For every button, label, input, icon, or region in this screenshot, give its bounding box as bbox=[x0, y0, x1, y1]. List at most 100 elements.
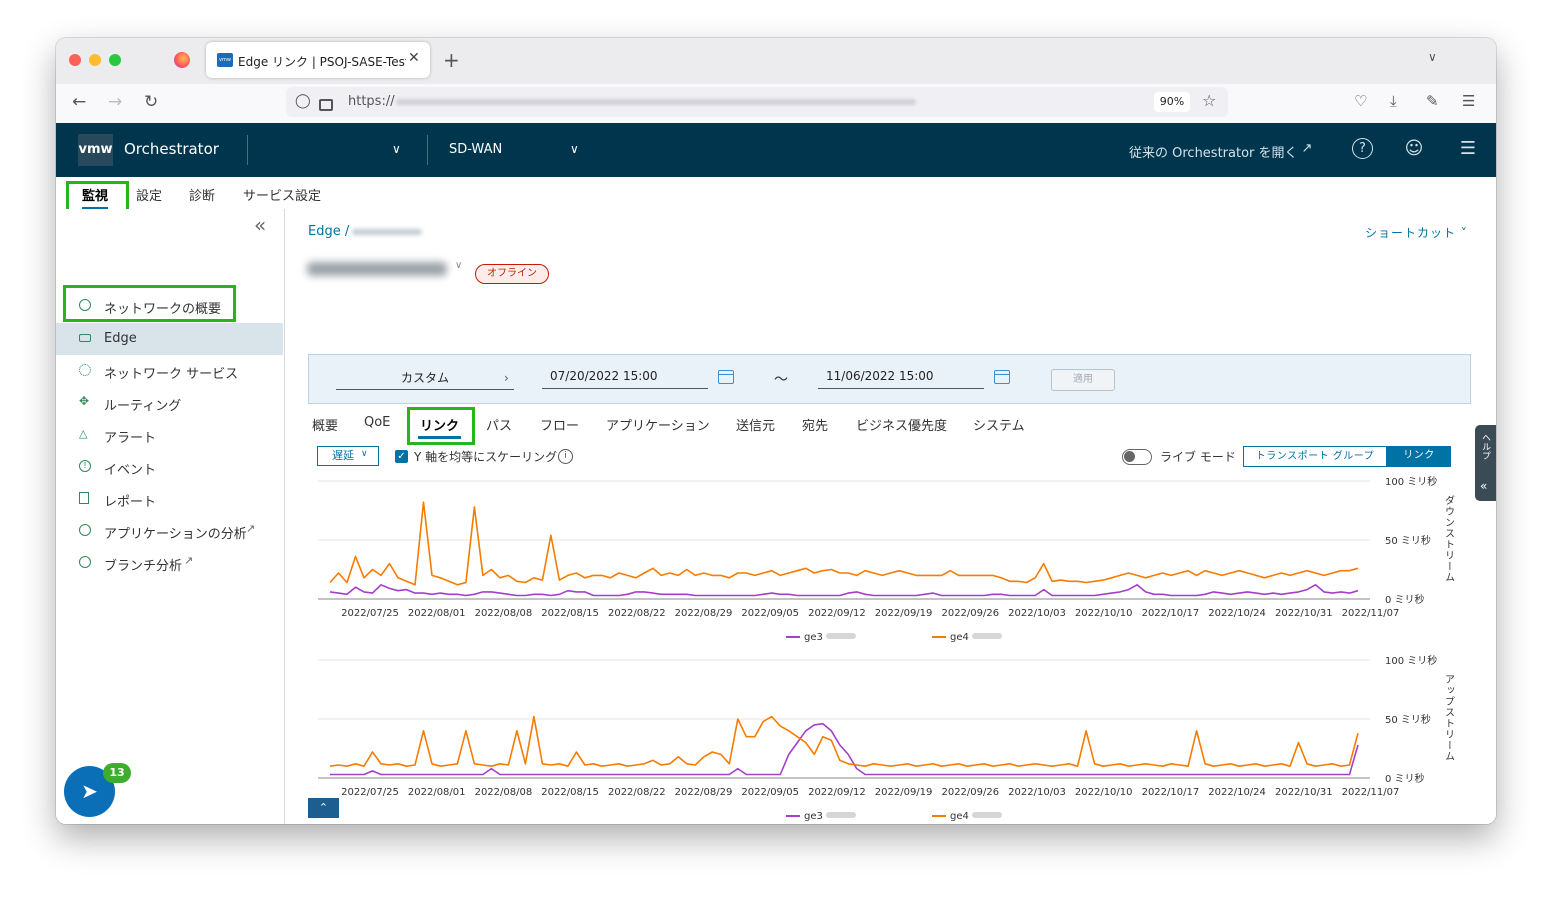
subtab-destinations[interactable]: 宛先 bbox=[802, 415, 828, 434]
sidebar-item-edge[interactable]: Edge bbox=[56, 323, 283, 355]
customer-selector[interactable] bbox=[270, 140, 404, 160]
breadcrumb[interactable]: Edge / bbox=[308, 224, 349, 239]
subtab-flows[interactable]: フロー bbox=[540, 415, 579, 434]
browser-tab[interactable]: vmw Edge リンク | PSOJ-SASE-Test ✕ bbox=[206, 42, 430, 78]
legacy-orchestrator-link[interactable]: 従来の Orchestrator を開く bbox=[1129, 142, 1298, 161]
sidebar-item-label: Edge bbox=[104, 331, 137, 346]
chevron-right-icon: › bbox=[504, 371, 509, 385]
network-services-icon bbox=[79, 364, 91, 376]
shield-icon[interactable]: ◯ bbox=[295, 93, 311, 109]
hamburger-menu-icon[interactable]: ☰ bbox=[1457, 138, 1479, 160]
metric-chevron-down-icon[interactable]: ∨ bbox=[361, 449, 368, 459]
main-content: Edge / ショートカット ˅ ∨ オフライン カスタム › 07/20/20… bbox=[285, 209, 1496, 824]
latency-charts: 100 ミリ秒 50 ミリ秒 0 ミリ秒 ダウンストリーム 2022/07/25 2022… bbox=[318, 475, 1455, 822]
sidebar-item-label: レポート bbox=[104, 495, 157, 510]
subtab-system[interactable]: システム bbox=[973, 415, 1025, 434]
legend-label: ge3 bbox=[804, 632, 823, 643]
sidebar-item-branch-analytics[interactable]: ブランチ分析 ↗ bbox=[56, 547, 283, 579]
event-icon: ! bbox=[79, 460, 91, 472]
y-tick-label: 100 ミリ秒 bbox=[1385, 654, 1437, 667]
bookmark-star-icon[interactable]: ☆ bbox=[1202, 91, 1216, 110]
scroll-to-top-button[interactable]: ⌃ bbox=[308, 798, 339, 818]
apply-button[interactable]: 適用 bbox=[1051, 369, 1115, 391]
y-tick-label: 100 ミリ秒 bbox=[1385, 475, 1437, 488]
x-tick-label: 2022/09/05 bbox=[741, 787, 799, 798]
calendar-icon[interactable] bbox=[994, 370, 1010, 384]
extensions-icon[interactable]: ✎ bbox=[1426, 92, 1439, 110]
link-toggle-button[interactable]: リンク bbox=[1387, 446, 1451, 467]
sidebar-item-alerts[interactable]: △ アラート bbox=[56, 419, 283, 451]
subtab-sources[interactable]: 送信元 bbox=[736, 415, 775, 434]
product-selector[interactable]: SD-WAN bbox=[449, 142, 502, 157]
sidebar-item-routing[interactable]: ✥ ルーティング bbox=[56, 387, 283, 419]
transport-group-toggle-button[interactable]: トランスポート グループ bbox=[1243, 446, 1387, 467]
scale-y-axis-label: Y 軸を均等にスケーリング bbox=[414, 450, 558, 464]
scale-y-axis-checkbox[interactable]: ✓ bbox=[395, 450, 408, 463]
redacted-legend-suffix bbox=[972, 812, 1002, 818]
tab-service-settings[interactable]: サービス設定 bbox=[243, 185, 321, 204]
zoom-level[interactable]: 90% bbox=[1154, 92, 1190, 112]
x-tick-label: 2022/10/10 bbox=[1075, 787, 1133, 798]
live-mode-toggle[interactable] bbox=[1122, 449, 1152, 465]
reload-icon[interactable]: ↻ bbox=[144, 92, 158, 112]
sidebar-item-label: ネットワーク サービス bbox=[104, 367, 239, 382]
new-tab-button[interactable]: + bbox=[443, 48, 460, 72]
tab-diagnostics[interactable]: 診断 bbox=[189, 185, 215, 204]
redacted-legend-suffix bbox=[972, 633, 1002, 639]
metric-select[interactable]: 遅延 bbox=[317, 446, 379, 466]
x-tick-label: 2022/10/03 bbox=[1008, 608, 1066, 619]
zoom-window-button[interactable] bbox=[109, 54, 121, 66]
sidebar-item-label: イベント bbox=[104, 463, 157, 478]
date-preset-select[interactable]: カスタム bbox=[336, 369, 514, 390]
sidebar-item-reports[interactable]: レポート bbox=[56, 483, 283, 515]
vmw-logo: vmw bbox=[78, 134, 113, 166]
sidebar-item-network-services[interactable]: ネットワーク サービス bbox=[56, 355, 283, 387]
close-window-button[interactable] bbox=[69, 54, 81, 66]
start-date-input[interactable]: 07/20/2022 15:00 bbox=[542, 369, 708, 389]
y-axis-title: アップストリーム bbox=[1443, 674, 1455, 762]
y-tick-label: 50 ミリ秒 bbox=[1385, 713, 1431, 726]
series-line-ge4 bbox=[329, 501, 1359, 586]
forward-arrow-icon[interactable]: → bbox=[108, 92, 122, 112]
browser-menu-icon[interactable]: ☰ bbox=[1462, 92, 1475, 110]
subtab-applications[interactable]: アプリケーション bbox=[606, 415, 710, 434]
tab-configure[interactable]: 設定 bbox=[136, 185, 162, 204]
address-bar[interactable]: ◯ https:// 90% ☆ bbox=[286, 87, 1228, 117]
tab-title: Edge リンク | PSOJ-SASE-Test bbox=[238, 55, 406, 69]
info-icon[interactable]: i bbox=[558, 449, 573, 464]
subtab-paths[interactable]: パス bbox=[486, 415, 512, 434]
x-tick-label: 2022/08/29 bbox=[675, 608, 733, 619]
x-tick-label: 2022/08/01 bbox=[408, 787, 466, 798]
product-chevron-down-icon[interactable]: ∨ bbox=[570, 142, 579, 156]
subtab-qoe[interactable]: QoE bbox=[364, 415, 390, 430]
edge-chevron-down-icon[interactable]: ∨ bbox=[455, 260, 462, 271]
customer-chevron-down-icon[interactable]: ∨ bbox=[392, 142, 401, 156]
x-tick-label: 2022/11/07 bbox=[1342, 608, 1400, 619]
end-date-input[interactable]: 11/06/2022 15:00 bbox=[818, 369, 984, 389]
report-icon bbox=[79, 492, 89, 504]
calendar-icon[interactable] bbox=[718, 370, 734, 384]
notification-badge: 13 bbox=[103, 763, 131, 783]
downloads-icon[interactable]: ⤓ bbox=[1390, 92, 1397, 110]
back-arrow-icon[interactable]: ← bbox=[72, 92, 86, 112]
app-name: Orchestrator bbox=[124, 140, 219, 158]
sidebar-item-events[interactable]: ! イベント bbox=[56, 451, 283, 483]
help-side-panel-tab[interactable]: ヘルプ « bbox=[1475, 425, 1496, 501]
collapse-sidebar-icon[interactable]: « bbox=[254, 213, 266, 237]
help-icon[interactable]: ? bbox=[1352, 138, 1373, 159]
sidebar-item-label: ブランチ分析 bbox=[104, 559, 183, 574]
subtab-business-priority[interactable]: ビジネス優先度 bbox=[856, 415, 947, 434]
tab-list-chevron-icon[interactable]: ∨ bbox=[1428, 50, 1437, 64]
user-icon[interactable]: ☺ bbox=[1403, 138, 1425, 160]
subtab-overview[interactable]: 概要 bbox=[312, 415, 338, 434]
x-tick-label: 2022/10/17 bbox=[1142, 787, 1200, 798]
series-line-ge4 bbox=[329, 715, 1359, 768]
tab-close-button[interactable]: ✕ bbox=[408, 50, 420, 66]
x-tick-label: 2022/10/17 bbox=[1142, 608, 1200, 619]
routing-icon: ✥ bbox=[79, 394, 90, 408]
sidebar-item-application-analytics[interactable]: アプリケーションの分析 ↗ bbox=[56, 515, 283, 547]
minimize-window-button[interactable] bbox=[89, 54, 101, 66]
pocket-icon[interactable]: ♡ bbox=[1354, 92, 1367, 110]
browser-nav-bar: ← → ↻ ◯ https:// 90% ☆ ♡ ⤓ ✎ ☰ bbox=[56, 84, 1496, 124]
shortcut-menu[interactable]: ショートカット ˅ bbox=[1365, 224, 1468, 241]
